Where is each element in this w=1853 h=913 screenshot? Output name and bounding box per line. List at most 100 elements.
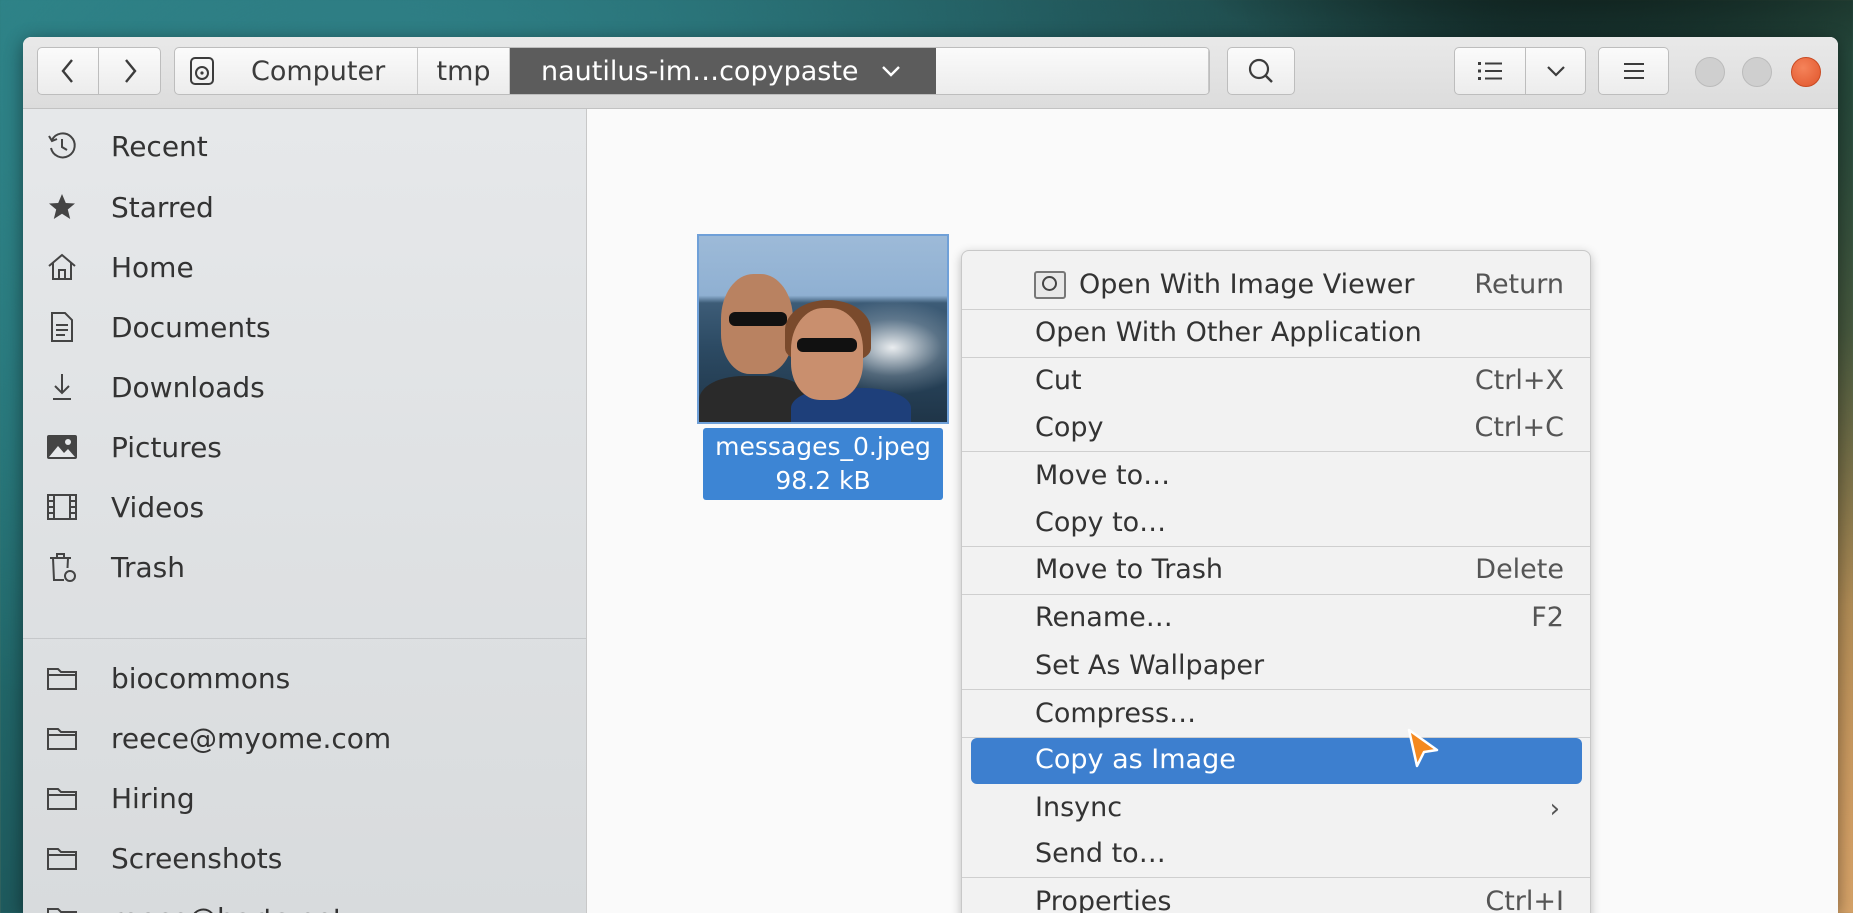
menu-item-copy-to[interactable]: Copy to… [962,501,1590,545]
menu-item-send-to[interactable]: Send to… [962,832,1590,876]
menu-item-shortcut: Return [1474,269,1564,300]
sidebar-item-downloads[interactable]: Downloads [23,359,586,415]
maximize-button[interactable] [1742,57,1772,87]
sidebar-item-trash[interactable]: Trash [23,539,586,595]
menu-item-label: Set As Wallpaper [1035,650,1265,681]
sidebar-item-label: reece@myome.com [111,721,392,755]
menu-item-rename[interactable]: Rename… F2 [962,596,1590,640]
chevron-down-icon [881,66,900,77]
sidebar-item-documents[interactable]: Documents [23,299,586,355]
app-menu-button[interactable] [1598,47,1669,95]
close-button[interactable] [1791,57,1821,87]
star-icon [45,190,79,224]
menu-item-shortcut: Ctrl+X [1474,365,1564,396]
menu-item-copy-as-image[interactable]: Copy as Image [962,738,1590,784]
sidebar-item-screenshots[interactable]: Screenshots [23,830,586,886]
file-label[interactable]: messages_0.jpeg 98.2 kB [703,428,943,500]
search-icon [1248,58,1273,83]
sidebar-item-videos[interactable]: Videos [23,479,586,535]
pictures-icon [45,430,79,464]
sidebar-item-starred[interactable]: Starred [23,179,586,235]
folder-icon [45,721,79,755]
file-manager-window: Computer tmp nautilus-im…copypaste Recen… [23,37,1838,913]
sidebar-item-label: reece@harts.net [111,902,344,913]
menu-item-compress[interactable]: Compress… [962,692,1590,736]
thumbnail-detail [729,312,787,326]
sidebar-item-label: Downloads [111,370,265,404]
menu-item-label: Cut [1035,365,1082,396]
path-crumb-label: nautilus-im…copypaste [541,55,859,87]
download-icon [45,370,79,404]
sidebar-item-recent[interactable]: Recent [23,118,586,174]
sidebar-item-label: Documents [111,310,271,344]
sidebar-item-reece-harts[interactable]: reece@harts.net [23,890,586,913]
back-button[interactable] [37,47,99,95]
menu-item-label: Copy [1035,412,1104,443]
path-crumb-computer[interactable]: Computer [175,48,418,94]
image-viewer-icon [1034,271,1066,299]
menu-item-shortcut: Ctrl+C [1474,412,1564,443]
path-crumb-current[interactable]: nautilus-im…copypaste [510,48,936,94]
chevron-right-icon [124,59,137,83]
file-thumbnail[interactable] [697,234,949,424]
chevron-left-icon [61,59,73,83]
sidebar-item-label: Screenshots [111,841,283,875]
sidebar-separator [23,638,586,639]
path-crumb-label: Computer [251,55,386,87]
file-name: messages_0.jpeg [715,432,931,461]
menu-item-shortcut: Delete [1475,554,1564,585]
chevron-down-icon [1546,66,1565,77]
menu-item-label: Copy as Image [1035,744,1236,775]
view-mode-button[interactable] [1454,47,1526,95]
document-icon [45,310,79,344]
menu-item-label: Send to… [1035,838,1166,869]
sidebar-item-hiring[interactable]: Hiring [23,770,586,826]
menu-item-insync[interactable]: Insync › [962,786,1590,830]
context-menu: Open With Image Viewer Return Open With … [961,250,1591,913]
path-bar: Computer tmp nautilus-im…copypaste [174,47,1210,95]
submenu-arrow-icon: › [1549,794,1560,824]
folder-icon [45,901,79,913]
sidebar-item-home[interactable]: Home [23,239,586,295]
menu-item-properties[interactable]: Properties Ctrl+I [962,880,1590,913]
minimize-button[interactable] [1695,57,1725,87]
path-crumb-label: tmp [436,55,491,87]
menu-item-open-with-other[interactable]: Open With Other Application [962,311,1590,355]
trash-icon [45,550,79,584]
view-options-button[interactable] [1526,47,1586,95]
menu-item-move-to[interactable]: Move to… [962,454,1590,498]
sidebar-item-label: Home [111,250,194,284]
sidebar-item-label: biocommons [111,661,291,695]
menu-separator [962,309,1590,310]
forward-button[interactable] [99,47,161,95]
hamburger-icon [1623,63,1644,79]
sidebar-item-label: Starred [111,190,214,224]
sidebar-item-biocommons[interactable]: biocommons [23,650,586,706]
video-icon [45,490,79,524]
menu-item-move-to-trash[interactable]: Move to Trash Delete [962,548,1590,592]
menu-separator [962,877,1590,878]
menu-item-copy[interactable]: Copy Ctrl+C [962,406,1590,450]
file-size: 98.2 kB [775,466,871,495]
menu-item-label: Compress… [1035,698,1197,729]
sidebar-item-label: Hiring [111,781,195,815]
menu-separator [962,546,1590,547]
menu-separator [962,357,1590,358]
sidebar-item-reece-myome[interactable]: reece@myome.com [23,710,586,766]
sidebar-item-label: Videos [111,490,205,524]
menu-item-cut[interactable]: Cut Ctrl+X [962,359,1590,403]
folder-icon [45,661,79,695]
path-crumb-tmp[interactable]: tmp [418,48,510,94]
menu-item-set-as-wallpaper[interactable]: Set As Wallpaper [962,644,1590,688]
menu-item-label: Insync [1035,792,1123,823]
menu-item-label: Open With Other Application [1035,317,1422,348]
search-button[interactable] [1227,47,1295,95]
menu-item-shortcut: F2 [1531,602,1564,633]
menu-separator [962,689,1590,690]
sidebar-item-pictures[interactable]: Pictures [23,419,586,475]
menu-item-label: Copy to… [1035,507,1167,538]
sidebar-item-label: Trash [111,550,185,584]
menu-item-open-with-image-viewer[interactable]: Open With Image Viewer Return [962,263,1590,307]
home-icon [45,250,79,284]
thumbnail-detail [791,308,863,400]
